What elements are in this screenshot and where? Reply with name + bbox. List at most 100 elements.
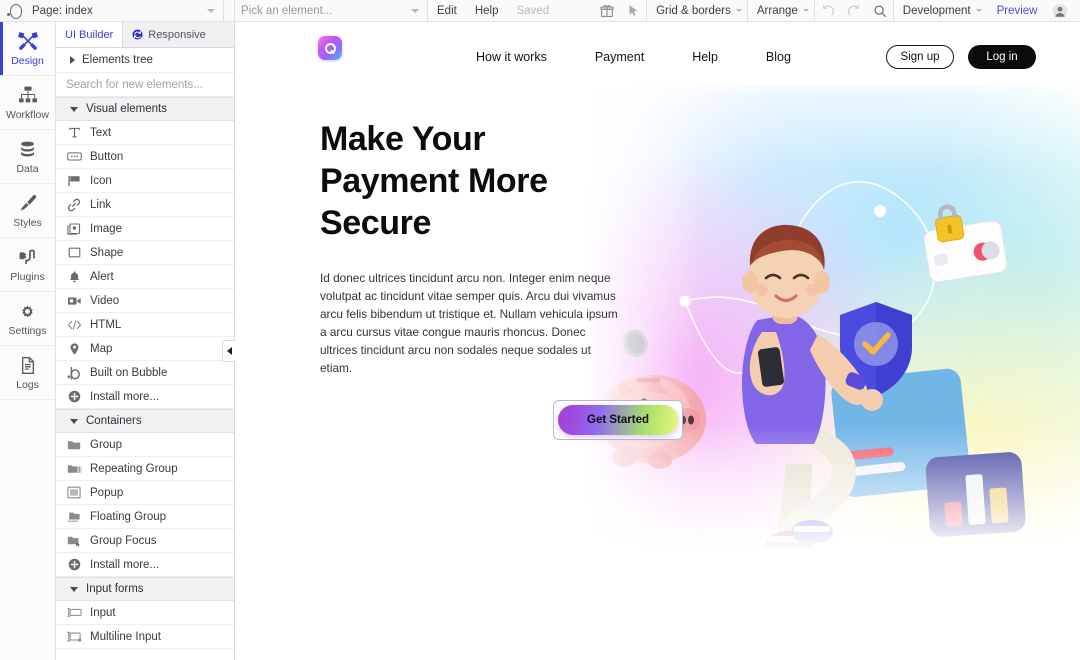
- tab-ui-builder[interactable]: UI Builder: [56, 22, 124, 47]
- sign-up-button[interactable]: Sign up: [886, 45, 954, 69]
- sidebar-item-data[interactable]: Data: [0, 130, 55, 184]
- element-item-shape[interactable]: Shape: [56, 241, 234, 265]
- image-icon: [66, 221, 82, 237]
- redo-arrow-icon[interactable]: [841, 0, 867, 22]
- sidebar-item-styles[interactable]: Styles: [0, 184, 55, 238]
- sidebar-item-plugins[interactable]: Plugins: [0, 238, 55, 292]
- chevron-down-icon: [411, 8, 419, 13]
- folder-repeat-icon: [66, 461, 82, 477]
- element-item-label: Floating Group: [90, 510, 167, 523]
- element-item-html[interactable]: HTML: [56, 313, 234, 337]
- sidebar-item-label: Design: [11, 55, 44, 67]
- grid-borders-label: Grid & borders: [656, 4, 731, 17]
- cursor-arrow-icon[interactable]: [620, 0, 646, 22]
- element-item-label: Install more...: [90, 390, 160, 403]
- chevron-down-icon: [975, 8, 982, 12]
- element-item-button[interactable]: Button: [56, 145, 234, 169]
- tab-responsive[interactable]: Responsive: [123, 22, 214, 47]
- tab-ui-builder-label: UI Builder: [65, 28, 114, 41]
- element-item-label: Built on Bubble: [90, 366, 168, 379]
- payment-security-3d-illustration: [590, 86, 1080, 556]
- workflow-hierarchy-icon: [18, 84, 38, 106]
- element-item-label: Alert: [90, 270, 114, 283]
- search-new-elements[interactable]: [56, 73, 234, 97]
- log-in-button[interactable]: Log in: [968, 45, 1036, 69]
- top-toolbar: Page: index Pick an element... Edit Help…: [0, 0, 1080, 22]
- saved-status: Saved: [516, 4, 550, 17]
- grid-borders-menu[interactable]: Grid & borders: [647, 5, 747, 17]
- database-icon: [18, 138, 37, 160]
- nav-link-blog[interactable]: Blog: [766, 50, 791, 64]
- sidebar-item-logs[interactable]: Logs: [0, 346, 55, 400]
- sidebar-item-design[interactable]: Design: [0, 22, 55, 76]
- section-header-visual-elements[interactable]: Visual elements: [56, 97, 234, 121]
- bubble-logo-icon[interactable]: [0, 4, 26, 19]
- input-field-icon: [66, 605, 82, 621]
- get-started-button[interactable]: Get Started: [558, 405, 678, 435]
- text-t-icon: [66, 125, 82, 141]
- version-label: Development: [902, 4, 971, 17]
- element-item-repeating-group[interactable]: Repeating Group: [56, 457, 234, 481]
- help-menu[interactable]: Help: [466, 5, 508, 17]
- element-item-label: HTML: [90, 318, 122, 331]
- nav-link-help[interactable]: Help: [692, 50, 718, 64]
- section-header-containers[interactable]: Containers: [56, 409, 234, 433]
- elements-tree-row[interactable]: Elements tree: [56, 48, 234, 73]
- nav-links: How it works Payment Help Blog: [476, 22, 791, 92]
- sidebar-item-settings[interactable]: Settings: [0, 292, 55, 346]
- element-item-multiline-input[interactable]: Multiline Input: [56, 625, 234, 649]
- preview-button[interactable]: Preview: [987, 5, 1048, 17]
- element-item-text[interactable]: Text: [56, 121, 234, 145]
- button-icon: [66, 149, 82, 165]
- bubble-logo-icon: [66, 365, 82, 381]
- flag-icon: [66, 173, 82, 189]
- element-item-label: Install more...: [90, 558, 160, 571]
- element-item-popup[interactable]: Popup: [56, 481, 234, 505]
- link-chain-icon: [66, 197, 82, 213]
- element-item-label: Repeating Group: [90, 462, 178, 475]
- element-item-image[interactable]: Image: [56, 217, 234, 241]
- element-picker-select[interactable]: Pick an element...: [234, 0, 428, 22]
- user-avatar-icon[interactable]: [1047, 0, 1073, 22]
- folder-icon: [66, 437, 82, 453]
- element-item-group[interactable]: Group: [56, 433, 234, 457]
- tab-responsive-label: Responsive: [148, 28, 206, 41]
- element-item-map[interactable]: Map: [56, 337, 234, 361]
- triangle-down-icon: [70, 106, 78, 112]
- search-icon[interactable]: [867, 0, 893, 22]
- page-select-label: Page: index: [32, 4, 93, 17]
- section-title: Visual elements: [86, 103, 167, 115]
- gift-icon[interactable]: [594, 0, 620, 22]
- element-item-label: Group: [90, 438, 122, 451]
- version-menu[interactable]: Development: [894, 5, 987, 17]
- search-input[interactable]: [66, 78, 226, 91]
- element-item-video[interactable]: Video: [56, 289, 234, 313]
- element-item-link[interactable]: Link: [56, 193, 234, 217]
- section-title: Input forms: [86, 583, 144, 595]
- triangle-right-icon: [70, 56, 75, 64]
- site-navbar: How it works Payment Help Blog Sign up L…: [236, 22, 1080, 92]
- element-item-floating-group[interactable]: Floating Group: [56, 505, 234, 529]
- hero-paragraph: Id donec ultrices tincidunt arcu non. In…: [320, 271, 618, 376]
- element-item-built-on-bubble[interactable]: Built on Bubble: [56, 361, 234, 385]
- element-item-input[interactable]: Input: [56, 601, 234, 625]
- element-item-install-more-containers[interactable]: Install more...: [56, 553, 234, 577]
- element-item-alert[interactable]: Alert: [56, 265, 234, 289]
- section-header-input-forms[interactable]: Input forms: [56, 577, 234, 601]
- page-canvas[interactable]: How it works Payment Help Blog Sign up L…: [236, 22, 1080, 660]
- element-item-install-more-visual[interactable]: Install more...: [56, 385, 234, 409]
- arrange-label: Arrange: [756, 4, 798, 17]
- page-select[interactable]: Page: index: [26, 0, 224, 22]
- panel-collapse-handle[interactable]: [222, 340, 235, 362]
- nav-link-how-it-works[interactable]: How it works: [476, 50, 547, 64]
- edit-menu[interactable]: Edit: [428, 5, 466, 17]
- nav-link-payment[interactable]: Payment: [595, 50, 644, 64]
- element-item-label: Group Focus: [90, 534, 157, 547]
- app-logo-q-icon[interactable]: [318, 36, 342, 60]
- element-item-group-focus[interactable]: Group Focus: [56, 529, 234, 553]
- arrange-menu[interactable]: Arrange: [748, 5, 814, 17]
- sidebar-item-label: Styles: [13, 217, 42, 229]
- undo-arrow-icon[interactable]: [815, 0, 841, 22]
- sidebar-item-workflow[interactable]: Workflow: [0, 76, 55, 130]
- element-item-icon[interactable]: Icon: [56, 169, 234, 193]
